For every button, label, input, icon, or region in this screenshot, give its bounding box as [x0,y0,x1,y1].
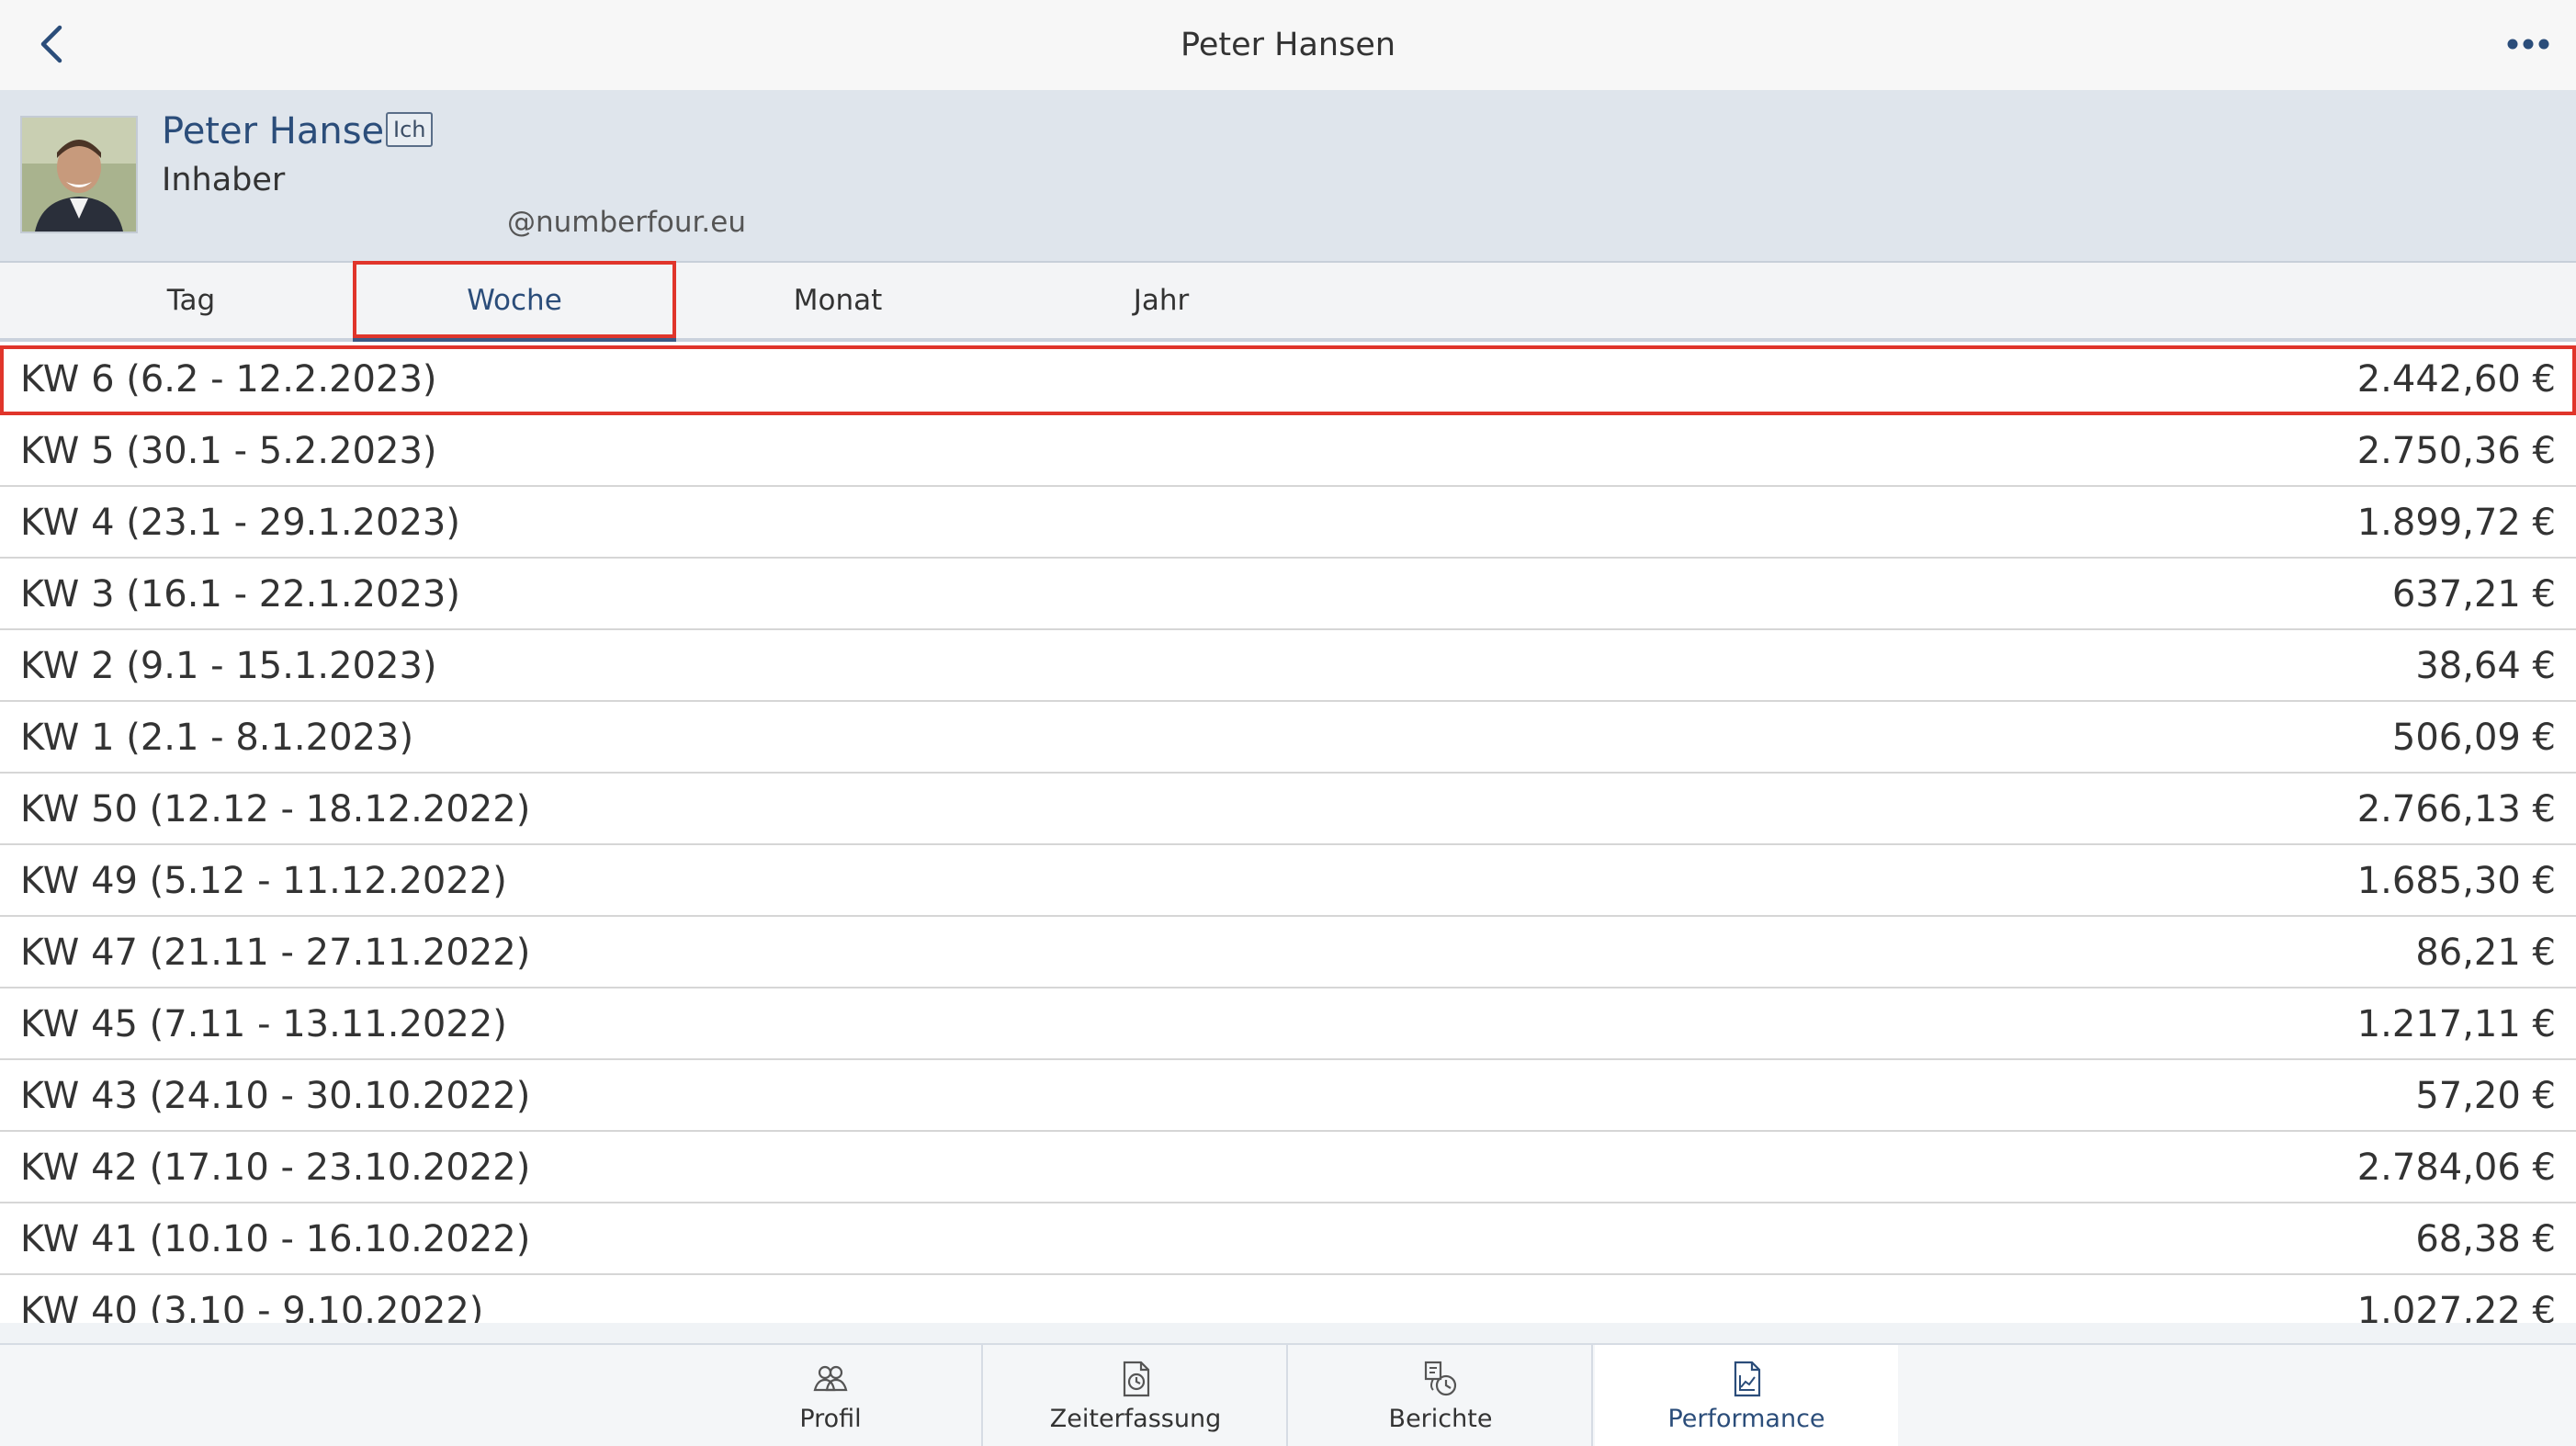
week-label: KW 6 (6.2 - 12.2.2023) [20,358,437,401]
week-row[interactable]: KW 49 (5.12 - 11.12.2022) 1.685,30 € [0,847,2576,917]
week-label: KW 42 (17.10 - 23.10.2022) [20,1147,531,1189]
bottom-tab-berichte[interactable]: Berichte [1290,1345,1593,1446]
week-amount: 2.784,06 € [2356,1147,2556,1189]
tab-jahr[interactable]: Jahr [1000,263,1323,338]
more-button[interactable] [2499,18,2558,70]
profile-name: Peter Hansen [162,110,408,153]
tab-tag[interactable]: Tag [29,263,353,338]
week-amount: 2.750,36 € [2356,430,2556,472]
week-amount: 2.442,60 € [2356,358,2556,401]
tab-woche[interactable]: Woche [353,263,676,342]
avatar[interactable] [20,116,138,233]
list-overflow-edge [0,1323,2576,1345]
avatar-photo [22,118,136,232]
week-amount: 2.766,13 € [2356,788,2556,830]
week-amount: 68,38 € [2415,1218,2556,1260]
week-list: KW 6 (6.2 - 12.2.2023) 2.442,60 € KW 5 (30… [0,345,2576,1349]
week-amount: 57,20 € [2415,1075,2556,1117]
week-row[interactable]: KW 50 (12.12 - 18.12.2022) 2.766,13 € [0,775,2576,845]
week-amount: 1.685,30 € [2356,860,2556,902]
report-clock-icon [1424,1361,1457,1395]
week-row[interactable]: KW 3 (16.1 - 22.1.2023) 637,21 € [0,560,2576,630]
week-row[interactable]: KW 42 (17.10 - 23.10.2022) 2.784,06 € [0,1134,2576,1203]
week-row[interactable]: KW 43 (24.10 - 30.10.2022) 57,20 € [0,1062,2576,1132]
week-label: KW 41 (10.10 - 16.10.2022) [20,1218,531,1260]
week-label: KW 43 (24.10 - 30.10.2022) [20,1075,531,1117]
top-navbar: Peter Hansen [0,0,2576,91]
week-label: KW 2 (9.1 - 15.1.2023) [20,645,437,687]
week-row[interactable]: KW 5 (30.1 - 5.2.2023) 2.750,36 € [0,417,2576,487]
week-amount: 637,21 € [2391,573,2556,616]
week-amount: 1.899,72 € [2356,502,2556,544]
period-tabs: Tag Woche Monat Jahr [0,263,2576,342]
week-label: KW 47 (21.11 - 27.11.2022) [20,932,531,974]
bottom-tab-label: Zeiterfassung [1049,1404,1222,1433]
week-row[interactable]: KW 4 (23.1 - 29.1.2023) 1.899,72 € [0,489,2576,559]
profile-header: Peter Hansen Ich Inhaber @numberfour.eu [0,90,2576,263]
week-label: KW 1 (2.1 - 8.1.2023) [20,717,414,759]
week-row[interactable]: KW 45 (7.11 - 13.11.2022) 1.217,11 € [0,990,2576,1060]
week-label: KW 49 (5.12 - 11.12.2022) [20,860,507,902]
bottom-tab-label: Profil [799,1404,862,1433]
week-row[interactable]: KW 6 (6.2 - 12.2.2023) 2.442,60 € [0,345,2576,415]
bottom-tab-profil[interactable]: Profil [680,1345,983,1446]
week-amount: 38,64 € [2415,645,2556,687]
week-row[interactable]: KW 1 (2.1 - 8.1.2023) 506,09 € [0,704,2576,774]
week-label: KW 5 (30.1 - 5.2.2023) [20,430,437,472]
bottom-tab-label: Performance [1667,1404,1825,1433]
bottom-tab-performance[interactable]: Performance [1595,1345,1898,1446]
profile-role: Inhaber [162,162,286,198]
page-title: Peter Hansen [1180,27,1396,63]
week-row[interactable]: KW 47 (21.11 - 27.11.2022) 86,21 € [0,919,2576,988]
bottom-tab-label: Berichte [1388,1404,1493,1433]
people-icon [813,1365,848,1391]
clock-document-icon [1123,1361,1150,1396]
profile-email[interactable]: @numberfour.eu [507,206,746,239]
tab-monat[interactable]: Monat [676,263,1000,338]
week-amount: 506,09 € [2391,717,2556,759]
week-label: KW 50 (12.12 - 18.12.2022) [20,788,531,830]
bottom-tab-bar: Profil Zeiterfassung Berichte Performanc… [0,1343,2576,1446]
week-label: KW 45 (7.11 - 13.11.2022) [20,1003,507,1045]
week-label: KW 4 (23.1 - 29.1.2023) [20,502,460,544]
week-label: KW 3 (16.1 - 22.1.2023) [20,573,460,616]
week-amount: 86,21 € [2415,932,2556,974]
bottom-tab-zeiterfassung[interactable]: Zeiterfassung [985,1345,1288,1446]
more-horizontal-icon [2507,39,2549,50]
week-amount: 1.217,11 € [2356,1003,2556,1045]
chart-document-icon [1734,1361,1761,1396]
me-badge: Ich [386,112,434,147]
week-row[interactable]: KW 41 (10.10 - 16.10.2022) 68,38 € [0,1205,2576,1275]
week-row[interactable]: KW 2 (9.1 - 15.1.2023) 38,64 € [0,632,2576,702]
